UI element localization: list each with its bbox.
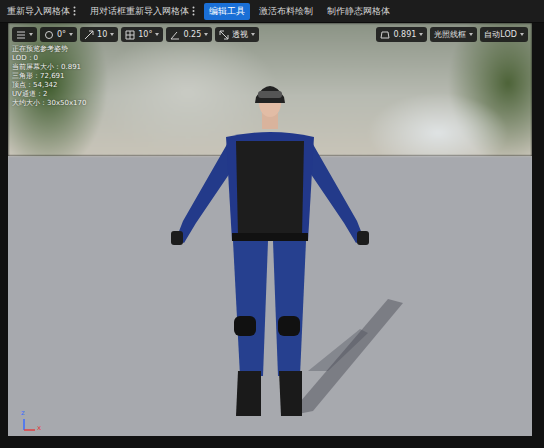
axis-gizmo: zx [20, 412, 46, 434]
viewport-control[interactable]: 光照线框 [430, 27, 477, 42]
stat-line: LOD：0 [12, 54, 86, 63]
toolbar-button[interactable]: 制作静态网格体 [322, 3, 395, 20]
more-icon[interactable] [192, 6, 195, 16]
mesh-editor: 重新导入网格体用对话框重新导入网格体编辑工具激活布料绘制制作静态网格体0°101… [0, 0, 544, 448]
view-options-button[interactable] [12, 27, 37, 42]
viewport-control[interactable]: 0.25 [166, 27, 212, 42]
toolbar-button[interactable]: 用对话框重新导入网格体 [85, 3, 200, 20]
preview-stats: 正在预览参考姿势LOD：0当前屏幕大小：0.891三角形：72,691顶点：54… [12, 45, 86, 108]
left-panel-edge [0, 23, 8, 436]
viewport-control[interactable]: 自动LOD [480, 27, 528, 42]
toolbar-button[interactable]: 编辑工具 [204, 3, 250, 20]
grid-icon [125, 30, 135, 40]
viewport-control[interactable]: 0.891 [376, 27, 427, 42]
stat-line: UV通道：2 [12, 90, 86, 99]
viewport-control[interactable]: 10° [121, 27, 163, 42]
character-model[interactable] [138, 71, 428, 426]
persp-icon [380, 30, 390, 40]
stat-line: 三角形：72,691 [12, 72, 86, 81]
stat-line: 当前屏幕大小：0.891 [12, 63, 86, 72]
stat-line: 正在预览参考姿势 [12, 45, 86, 54]
more-icon[interactable] [73, 6, 76, 16]
stat-line: 大约大小：30x50x170 [12, 99, 86, 108]
toolbar-button[interactable]: 重新导入网格体 [2, 3, 81, 20]
toolbar-button[interactable]: 激活布料绘制 [254, 3, 318, 20]
viewport-control[interactable]: 10 [80, 27, 118, 42]
viewport-control[interactable]: 0° [40, 27, 77, 42]
bottom-edge [0, 436, 544, 448]
right-panel-edge [532, 23, 544, 436]
rotate-icon [44, 30, 54, 40]
angle-icon [170, 30, 180, 40]
viewport[interactable]: 0°1010°0.25透视 0.891光照线框自动LOD 正在预览参考姿势LOD：0… [8, 23, 532, 436]
size-icon [219, 30, 229, 40]
stat-line: 顶点：54,342 [12, 81, 86, 90]
main-toolbar: 重新导入网格体用对话框重新导入网格体编辑工具激活布料绘制制作静态网格体 [0, 0, 544, 23]
menu-icon [16, 30, 26, 40]
viewport-toolbar: 0°1010°0.25透视 0.891光照线框自动LOD [12, 27, 528, 42]
scale-icon [84, 30, 94, 40]
viewport-control[interactable]: 透视 [215, 27, 259, 42]
